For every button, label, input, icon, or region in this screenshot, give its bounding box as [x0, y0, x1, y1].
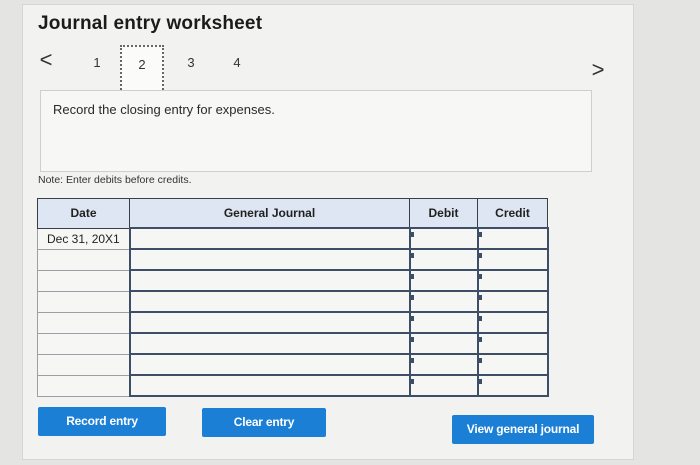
account-input[interactable]: [128, 311, 411, 334]
journal-row: [37, 269, 549, 292]
journal-row: [37, 353, 549, 376]
debit-input[interactable]: [408, 311, 479, 334]
account-input[interactable]: [128, 332, 411, 355]
record-entry-button[interactable]: Record entry: [38, 407, 166, 436]
note-text: Note: Enter debits before credits.: [38, 174, 192, 186]
date-cell[interactable]: [37, 311, 131, 334]
credit-input[interactable]: [476, 290, 549, 313]
previous-step-button[interactable]: <: [36, 48, 56, 72]
debit-input[interactable]: [408, 227, 479, 250]
credit-input[interactable]: [476, 353, 549, 376]
debit-header: Debit: [409, 198, 478, 229]
account-input[interactable]: [128, 269, 411, 292]
account-input[interactable]: [128, 248, 411, 271]
journal-row: [37, 248, 549, 271]
account-input[interactable]: [128, 353, 411, 376]
debit-input[interactable]: [408, 290, 479, 313]
credit-input[interactable]: [476, 374, 549, 397]
step-3-tab[interactable]: 3: [180, 52, 202, 74]
step-2-tab[interactable]: 2: [120, 45, 164, 93]
credit-input[interactable]: [476, 227, 549, 250]
page-title: Journal entry worksheet: [38, 13, 263, 34]
debit-input[interactable]: [408, 269, 479, 292]
account-input[interactable]: [128, 374, 411, 397]
account-input[interactable]: [128, 290, 411, 313]
date-cell[interactable]: [37, 269, 131, 292]
date-cell[interactable]: [37, 290, 131, 313]
debit-input[interactable]: [408, 374, 479, 397]
credit-input[interactable]: [476, 269, 549, 292]
date-cell[interactable]: [37, 353, 131, 376]
journal-table: Date General Journal Debit Credit Dec 31…: [37, 198, 549, 397]
view-general-journal-button[interactable]: View general journal: [452, 415, 594, 444]
journal-row: Dec 31, 20X1: [37, 227, 549, 250]
date-header: Date: [37, 198, 130, 229]
debit-input[interactable]: [408, 248, 479, 271]
date-cell[interactable]: Dec 31, 20X1: [37, 227, 131, 250]
clear-entry-button[interactable]: Clear entry: [202, 408, 326, 437]
instruction-text: Record the closing entry for expenses.: [53, 102, 275, 117]
step-4-tab[interactable]: 4: [226, 52, 248, 74]
debit-input[interactable]: [408, 332, 479, 355]
credit-input[interactable]: [476, 332, 549, 355]
credit-input[interactable]: [476, 311, 549, 334]
date-cell[interactable]: [37, 374, 131, 397]
journal-row: [37, 374, 549, 397]
journal-row: [37, 311, 549, 334]
journal-header-row: Date General Journal Debit Credit: [37, 198, 548, 229]
credit-input[interactable]: [476, 248, 549, 271]
date-cell[interactable]: [37, 248, 131, 271]
credit-header: Credit: [477, 198, 548, 229]
instruction-box: Record the closing entry for expenses.: [40, 90, 592, 172]
date-cell[interactable]: [37, 332, 131, 355]
next-step-button[interactable]: >: [588, 58, 608, 82]
debit-input[interactable]: [408, 353, 479, 376]
account-input[interactable]: [128, 227, 411, 250]
journal-row: [37, 290, 549, 313]
general-journal-header: General Journal: [129, 198, 410, 229]
journal-row: [37, 332, 549, 355]
step-1-tab[interactable]: 1: [86, 52, 108, 74]
